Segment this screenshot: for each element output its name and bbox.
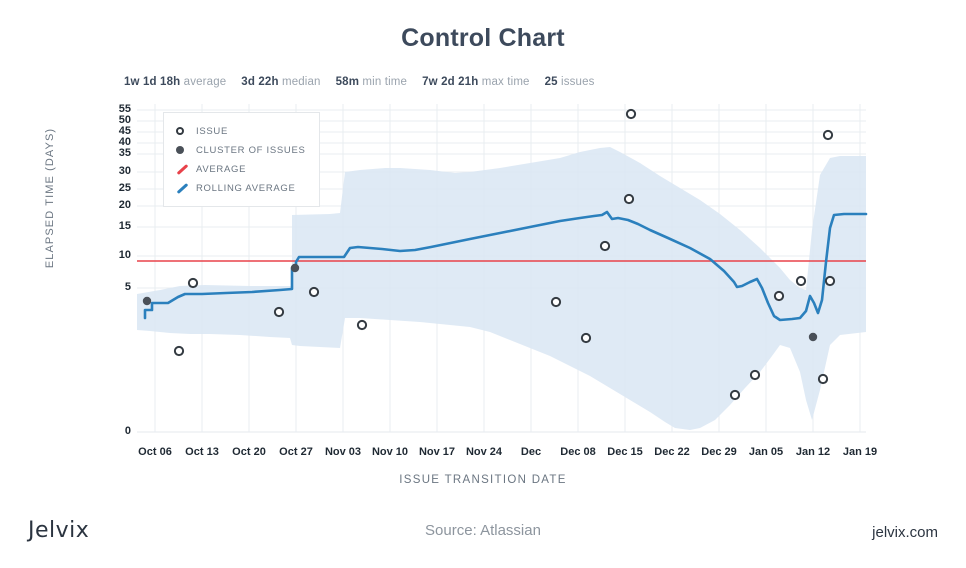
x-tick-label: Nov 10 [371,446,409,458]
y-tick-label: 5 [124,281,131,293]
issue-marker[interactable] [308,286,320,298]
control-chart-page: Control Chart 1w 1d 18h average 3d 22h me… [0,0,966,568]
stat-value: 1w 1d 18h [124,76,181,88]
stat-min-time: 58m min time [336,76,407,88]
y-tick-label: 30 [118,165,131,177]
x-tick-label: Oct 13 [185,446,219,458]
x-tick-label: Dec 29 [701,446,737,458]
issue-marker[interactable] [599,240,611,252]
issue-marker[interactable] [824,275,836,287]
stats-summary: 1w 1d 18h average 3d 22h median 58m min ti… [124,76,610,88]
x-axis-title: ISSUE TRANSITION DATE [399,474,567,486]
x-tick-label: Jan 05 [748,446,784,458]
y-tick-label: 25 [118,182,131,194]
y-axis-title: ELAPSED TIME (DAYS) [44,127,56,269]
stat-value: 25 [544,76,558,88]
issue-marker[interactable] [822,129,834,141]
footer: Jelvix Source: Atlassian jelvix.com [0,508,966,568]
x-tick-label: Dec 22 [654,446,690,458]
hollow-circle-icon [176,127,196,135]
y-tick-label: 20 [118,199,131,211]
stat-median: 3d 22h median [241,76,320,88]
x-tick-label: Nov 03 [324,446,362,458]
x-tick-label: Nov 17 [418,446,456,458]
cluster-marker[interactable] [142,296,152,306]
issue-marker[interactable] [550,296,562,308]
x-tick-label: Dec 15 [607,446,643,458]
issue-marker[interactable] [729,389,741,401]
stat-average: 1w 1d 18h average [124,76,226,88]
legend-label: ROLLING AVERAGE [196,182,296,194]
x-tick-label: Oct 06 [138,446,172,458]
legend-item-issue[interactable]: ISSUE [176,122,309,140]
y-tick-label: 15 [118,220,131,232]
issue-marker[interactable] [187,277,199,289]
legend-label: CLUSTER OF ISSUES [196,144,306,156]
stat-label: median [278,76,321,88]
stat-label: max time [478,76,530,88]
legend-item-average[interactable]: AVERAGE [176,160,309,178]
filled-circle-icon [176,146,196,154]
x-tick-label: Nov 24 [465,446,503,458]
issue-marker[interactable] [795,275,807,287]
stat-label: average [180,76,227,88]
issue-marker[interactable] [625,108,637,120]
issue-marker[interactable] [817,373,829,385]
x-tick-label: Jan 19 [842,446,878,458]
stat-label: issues [557,76,595,88]
x-tick-label: Dec [520,446,542,458]
issue-marker[interactable] [580,332,592,344]
y-tick-label: 10 [118,249,131,261]
stat-max-time: 7w 2d 21h max time [422,76,530,88]
legend-label: AVERAGE [196,163,247,175]
cluster-marker[interactable] [290,263,300,273]
y-tick-label: 35 [118,147,131,159]
cluster-marker[interactable] [808,332,818,342]
legend-item-cluster-of-issues[interactable]: CLUSTER OF ISSUES [176,141,309,159]
stat-value: 58m [335,76,360,88]
stat-value: 3d 22h [241,76,279,88]
issue-marker[interactable] [273,306,285,318]
red-line-icon [176,163,196,175]
cluster-markers[interactable] [142,263,818,342]
stat-issues: 25 issues [545,76,595,88]
issue-marker[interactable] [773,290,785,302]
blue-line-icon [176,182,196,194]
legend-item-rolling-average[interactable]: ROLLING AVERAGE [176,179,309,197]
stat-label: min time [359,76,408,88]
x-tick-label: Jan 12 [795,446,831,458]
issue-marker[interactable] [173,345,185,357]
x-tick-label: Oct 20 [232,446,266,458]
website-url[interactable]: jelvix.com [872,524,938,541]
issue-marker[interactable] [356,319,368,331]
source-caption: Source: Atlassian [425,522,541,539]
stat-value: 7w 2d 21h [422,76,479,88]
chart-legend: ISSUE CLUSTER OF ISSUES AVERAGE ROLLING AVE… [163,112,320,207]
issue-marker[interactable] [623,193,635,205]
page-title: Control Chart [401,24,565,52]
legend-label: ISSUE [196,125,229,137]
issue-marker[interactable] [749,369,761,381]
y-tick-label: 0 [124,425,131,437]
x-tick-label: Oct 27 [279,446,313,458]
rolling-average-line [143,210,868,322]
x-tick-label: Dec 08 [560,446,596,458]
